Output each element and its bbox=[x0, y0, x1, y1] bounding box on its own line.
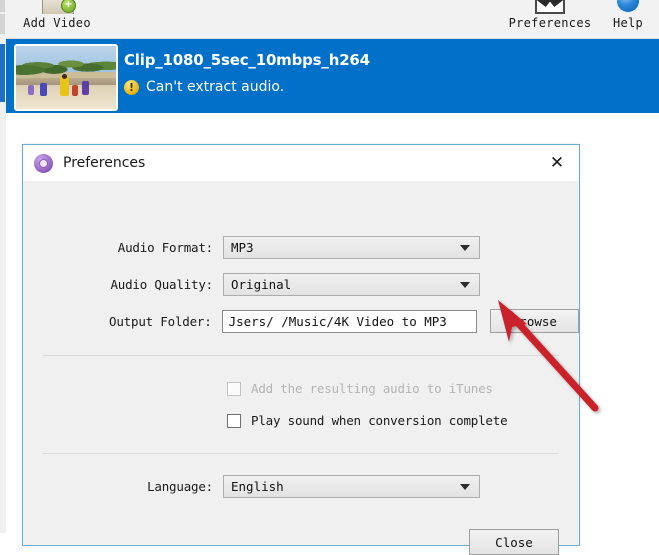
app-logo-icon bbox=[34, 153, 53, 173]
video-thumbnail bbox=[14, 44, 118, 111]
help-icon bbox=[598, 0, 658, 14]
audio-format-row: Audio Format: MP3 bbox=[23, 236, 579, 259]
edge-segment bbox=[0, 14, 5, 34]
help-button[interactable]: Help bbox=[598, 0, 658, 30]
video-status-text: Can't extract audio. bbox=[146, 79, 285, 95]
close-icon[interactable]: ✕ bbox=[535, 145, 579, 181]
output-folder-label: Output Folder: bbox=[109, 313, 212, 329]
chevron-down-icon bbox=[460, 244, 470, 251]
add-video-label: Add Video bbox=[23, 16, 91, 30]
language-row: Language: English bbox=[23, 475, 579, 498]
application-window: + Add Video Preferences Help Clip_1080_5… bbox=[0, 0, 659, 555]
preferences-icon bbox=[502, 0, 598, 14]
dialog-body: Audio Format: MP3 Audio Quality: Origina… bbox=[23, 181, 580, 555]
chevron-down-icon bbox=[460, 483, 470, 490]
add-to-itunes-checkbox-row[interactable]: Add the resulting audio to iTunes bbox=[227, 381, 493, 396]
audio-quality-row: Audio Quality: Original bbox=[23, 273, 579, 296]
browse-button[interactable]: Browse bbox=[489, 309, 580, 333]
edge-segment bbox=[0, 0, 5, 12]
language-select[interactable]: English bbox=[223, 475, 480, 498]
language-label: Language: bbox=[147, 479, 213, 494]
play-sound-checkbox[interactable] bbox=[227, 413, 241, 428]
help-label: Help bbox=[612, 16, 644, 30]
output-folder-input[interactable]: Jsers/ /Music/4K Video to MP3 bbox=[221, 309, 477, 333]
video-list-item[interactable]: Clip_1080_5sec_10mbps_h264 ! Can't extra… bbox=[6, 39, 659, 113]
add-to-itunes-checkbox bbox=[227, 381, 241, 396]
main-toolbar: + Add Video Preferences Help bbox=[6, 0, 659, 39]
folder-add-icon: + bbox=[14, 0, 100, 14]
warning-icon: ! bbox=[124, 79, 139, 95]
language-value: English bbox=[231, 479, 284, 494]
preferences-dialog: Preferences ✕ Audio Format: MP3 Audio Qu… bbox=[22, 144, 580, 555]
add-to-itunes-label: Add the resulting audio to iTunes bbox=[251, 381, 493, 396]
add-video-button[interactable]: + Add Video bbox=[14, 0, 100, 30]
video-status: ! Can't extract audio. bbox=[124, 79, 284, 95]
chevron-down-icon bbox=[460, 281, 470, 288]
play-sound-label: Play sound when conversion complete bbox=[251, 413, 508, 428]
audio-quality-value: Original bbox=[231, 277, 292, 292]
divider bbox=[43, 453, 559, 454]
dialog-titlebar: Preferences ✕ bbox=[23, 145, 579, 181]
output-folder-row: Output Folder: Jsers/ /Music/4K Video to… bbox=[23, 309, 580, 333]
audio-format-label: Audio Format: bbox=[117, 240, 213, 255]
audio-format-value: MP3 bbox=[231, 240, 254, 255]
play-sound-checkbox-row[interactable]: Play sound when conversion complete bbox=[227, 413, 508, 428]
audio-quality-label: Audio Quality: bbox=[110, 277, 213, 292]
audio-format-select[interactable]: MP3 bbox=[223, 236, 480, 259]
dialog-title: Preferences bbox=[63, 155, 146, 171]
divider bbox=[43, 355, 559, 356]
audio-quality-select[interactable]: Original bbox=[223, 273, 480, 296]
video-title: Clip_1080_5sec_10mbps_h264 bbox=[124, 51, 370, 69]
output-folder-value: Jsers/ /Music/4K Video to MP3 bbox=[228, 313, 447, 329]
preferences-label: Preferences bbox=[508, 16, 592, 30]
edge-segment-selected bbox=[0, 44, 5, 102]
preferences-button[interactable]: Preferences bbox=[502, 0, 598, 30]
